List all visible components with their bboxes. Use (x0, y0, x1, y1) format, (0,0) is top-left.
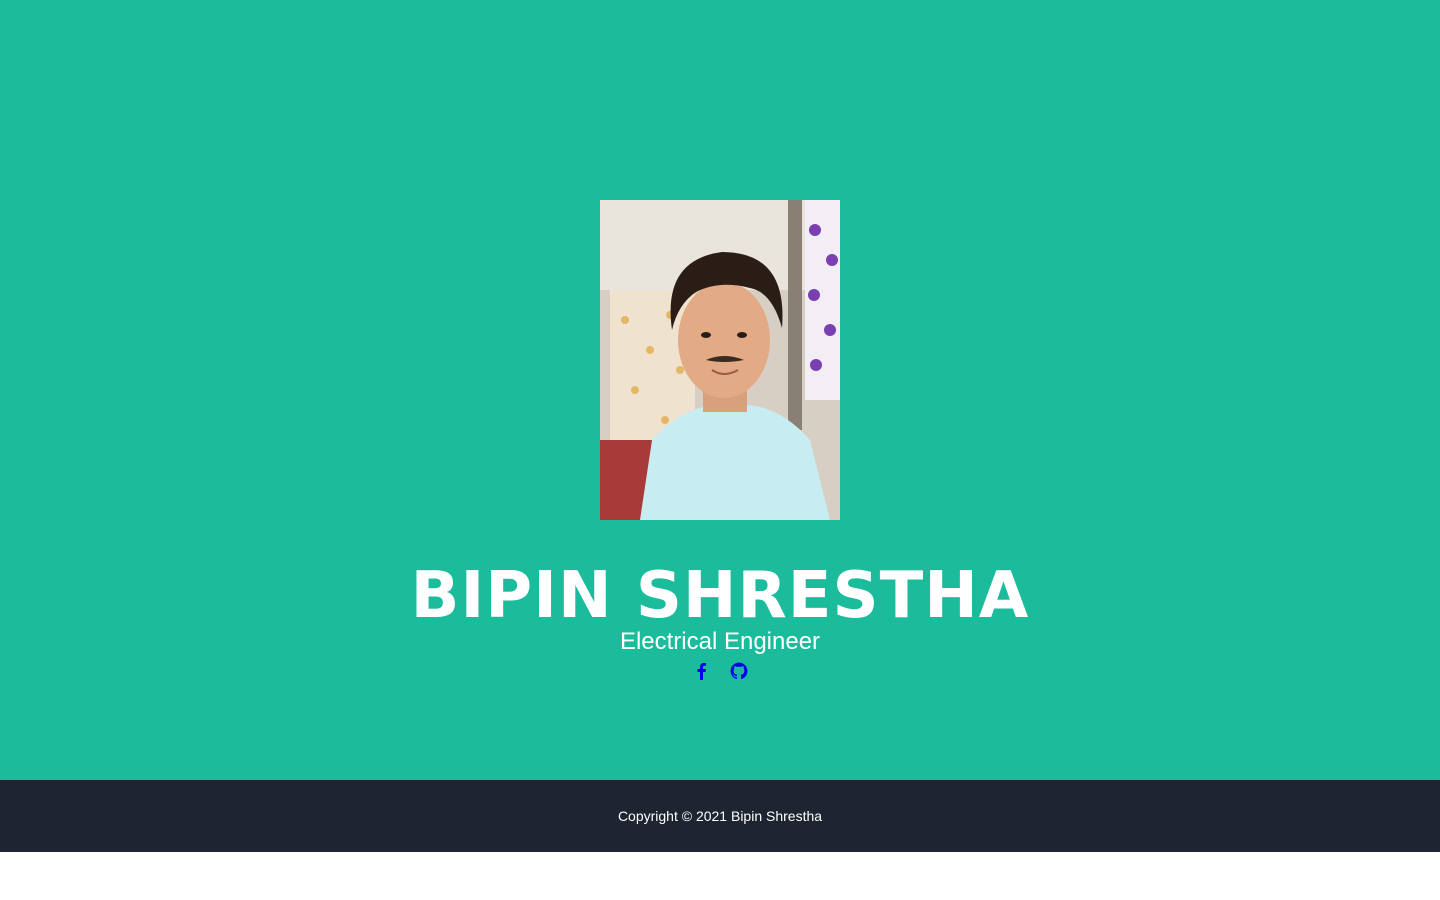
facebook-icon (697, 663, 706, 680)
profile-title: Electrical Engineer (619, 628, 821, 655)
facebook-link[interactable] (694, 662, 710, 680)
profile-photo (600, 200, 840, 520)
github-icon (730, 662, 748, 680)
profile-name: BIPIN SHRESTHA (410, 559, 1030, 633)
social-links (0, 662, 1440, 682)
copyright-text: Copyright © 2021 Bipin Shrestha (617, 808, 823, 824)
masthead: BIPIN SHRESTHA Electrical Engineer (0, 0, 1440, 780)
github-link[interactable] (730, 662, 748, 680)
